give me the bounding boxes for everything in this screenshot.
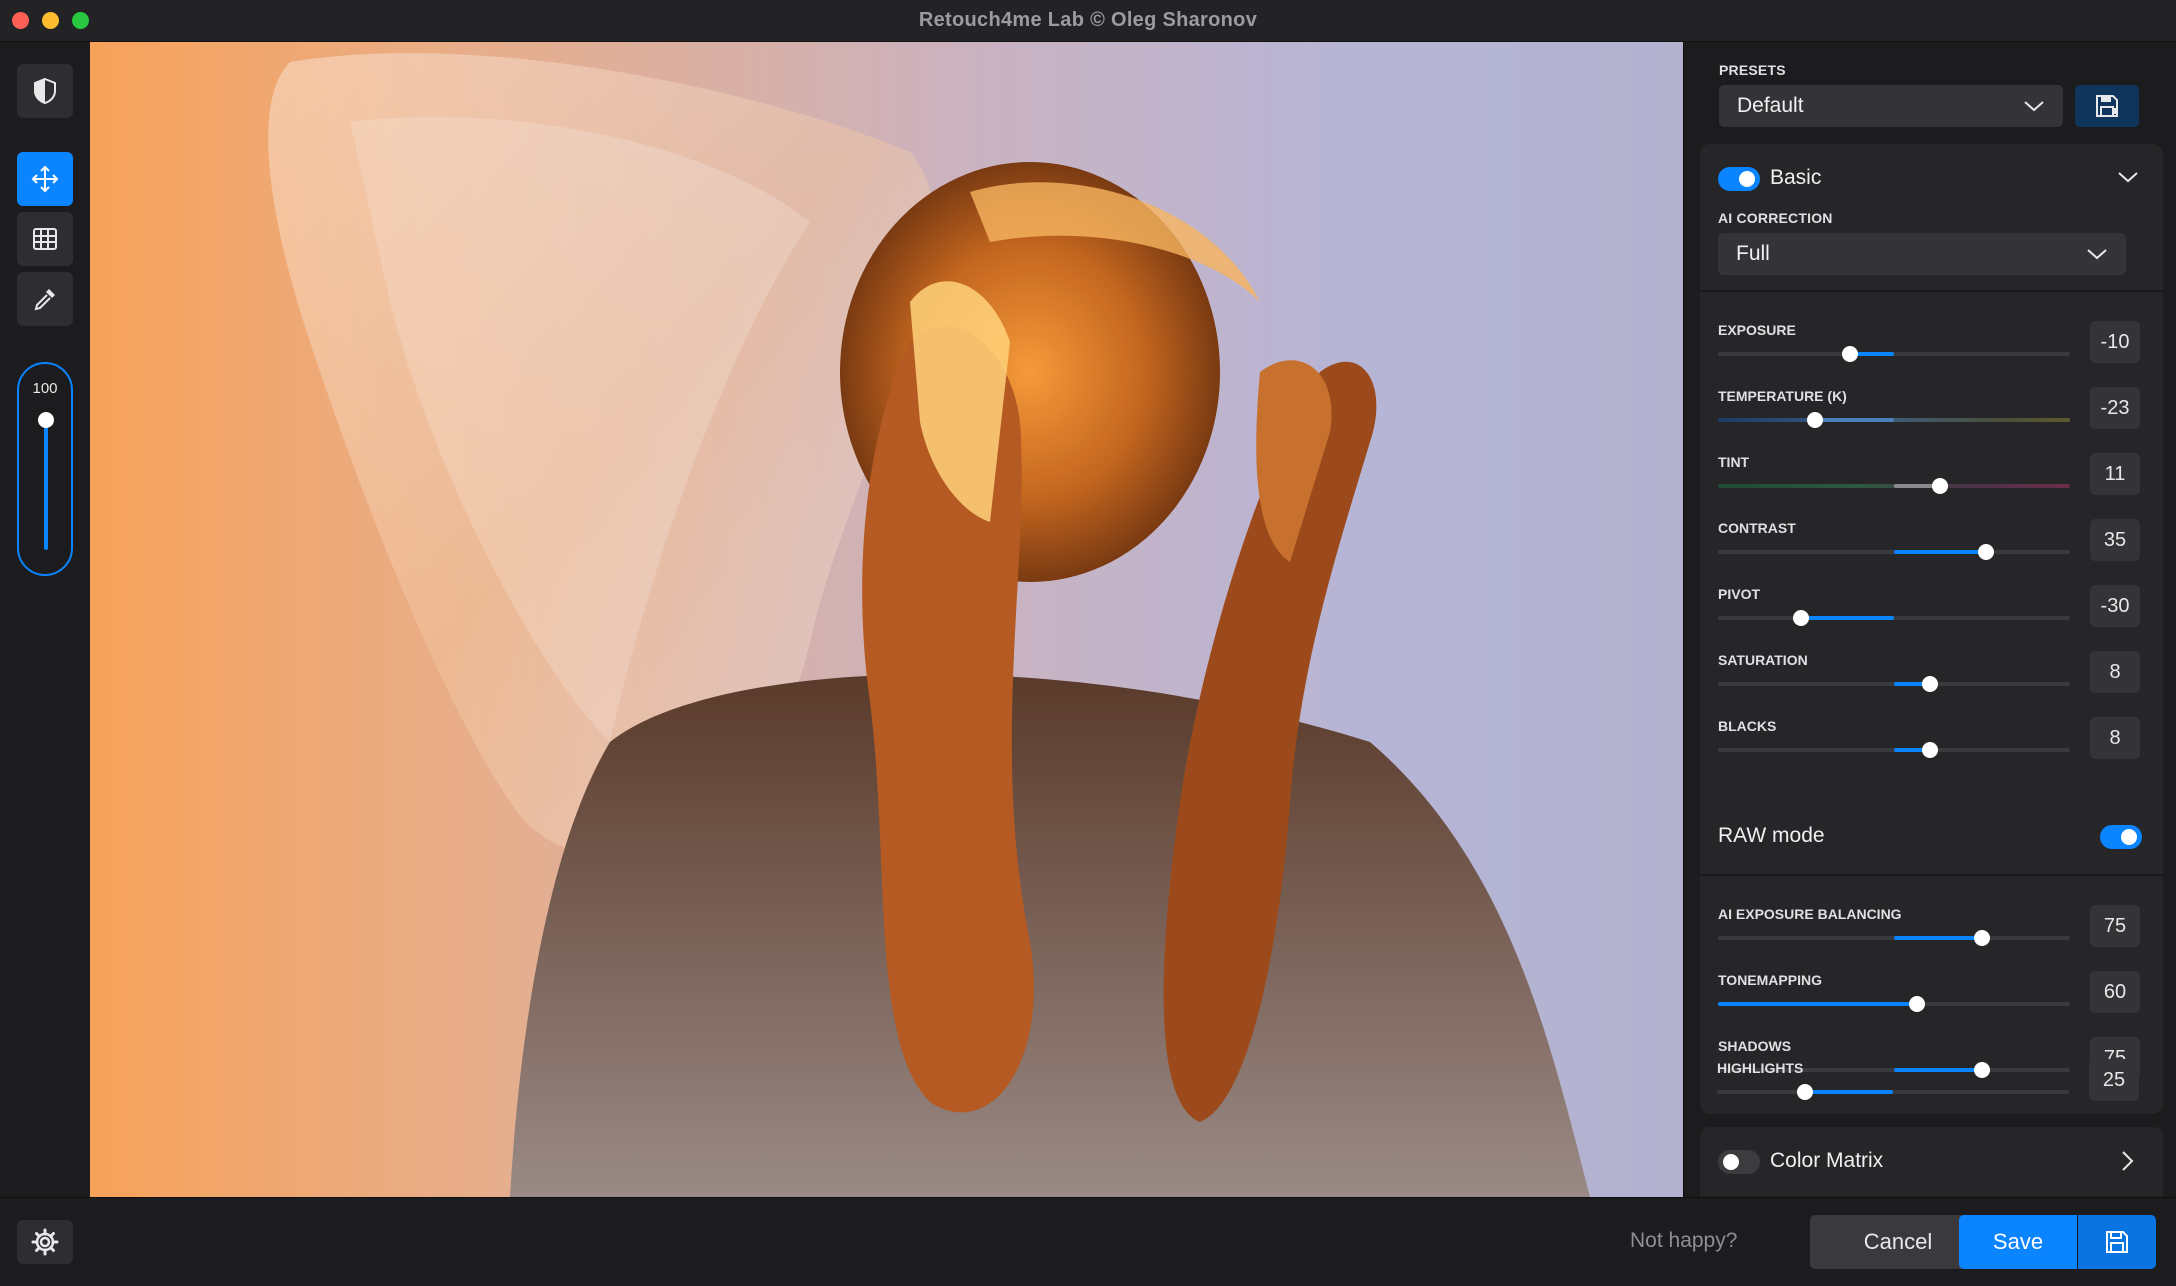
exposure-knob[interactable] xyxy=(1842,346,1858,362)
pivot-slider[interactable] xyxy=(1718,610,2070,626)
photo-preview xyxy=(268,53,1590,1197)
blacks-knob[interactable] xyxy=(1922,742,1938,758)
contrast-knob[interactable] xyxy=(1978,544,1994,560)
tonemapping-slider[interactable] xyxy=(1718,996,2070,1012)
color-matrix-title: Color Matrix xyxy=(1770,1149,1884,1172)
settings-button[interactable] xyxy=(17,1220,73,1264)
photo-canvas[interactable] xyxy=(90,42,1683,1197)
blacks-slider-row: BLACKS 8 xyxy=(1700,710,2163,776)
pivot-knob[interactable] xyxy=(1793,610,1809,626)
grid-tool-button[interactable] xyxy=(17,212,73,266)
left-toolbar: 100 xyxy=(0,42,90,1197)
exposure-value[interactable]: -10 xyxy=(2090,321,2140,363)
highlights-row: HIGHLIGHTS 25 xyxy=(1699,1052,2162,1118)
not-happy-link[interactable]: Not happy? xyxy=(1630,1229,1737,1253)
contrast-slider-row: CONTRAST 35 xyxy=(1700,512,2163,578)
presets-selected: Default xyxy=(1737,94,1804,117)
temperature-slider[interactable] xyxy=(1718,412,2070,428)
highlights-knob[interactable] xyxy=(1797,1084,1813,1100)
save-preset-button[interactable] xyxy=(2075,85,2139,127)
raw-mode-label: RAW mode xyxy=(1718,824,1825,847)
highlights-label: HIGHLIGHTS xyxy=(1717,1060,1804,1076)
save-preset-icon xyxy=(2096,95,2118,117)
presets-dropdown[interactable]: Default xyxy=(1719,85,2063,127)
zoom-slider[interactable]: 100 xyxy=(17,362,73,576)
color-matrix-toggle[interactable] xyxy=(1718,1150,1760,1174)
blacks-slider[interactable] xyxy=(1718,742,2070,758)
tint-slider-row: TINT 11 xyxy=(1700,446,2163,512)
chevron-down-icon[interactable] xyxy=(2117,168,2139,186)
ai-correction-dropdown[interactable]: Full xyxy=(1718,233,2126,275)
tonemapping-value[interactable]: 60 xyxy=(2090,971,2140,1013)
temperature-value[interactable]: -23 xyxy=(2090,387,2140,429)
raw-mode-toggle[interactable] xyxy=(2100,825,2142,849)
presets-label: PRESETS xyxy=(1719,62,1786,78)
tonemapping-row: TONEMAPPING 60 xyxy=(1700,964,2163,1030)
tint-slider[interactable] xyxy=(1718,478,2070,494)
chevron-right-icon[interactable] xyxy=(2118,1149,2136,1173)
saturation-slider-row: SATURATION 8 xyxy=(1700,644,2163,710)
eyedropper-icon xyxy=(34,289,55,311)
chevron-down-icon xyxy=(2024,101,2044,112)
zoom-track[interactable] xyxy=(44,416,48,550)
contrast-value[interactable]: 35 xyxy=(2090,519,2140,561)
save-button[interactable]: Save xyxy=(1959,1215,2077,1269)
chevron-down-icon xyxy=(2087,249,2107,260)
floppy-disk-icon xyxy=(2106,1231,2128,1253)
move-tool-button[interactable] xyxy=(17,152,73,206)
eyedropper-tool-button[interactable] xyxy=(17,272,73,326)
tint-knob[interactable] xyxy=(1932,478,1948,494)
basic-toggle[interactable] xyxy=(1718,167,1760,191)
blacks-value[interactable]: 8 xyxy=(2090,717,2140,759)
pivot-slider-row: PIVOT -30 xyxy=(1700,578,2163,644)
section-divider xyxy=(1700,290,2163,292)
shield-icon xyxy=(34,77,56,105)
title-bar: Retouch4me Lab © Oleg Sharonov xyxy=(0,0,2176,42)
section-divider xyxy=(1700,874,2163,876)
temperature-label: TEMPERATURE (K) xyxy=(1718,388,1847,404)
color-matrix-section[interactable]: Color Matrix xyxy=(1700,1127,2163,1197)
temperature-knob[interactable] xyxy=(1807,412,1823,428)
highlights-value[interactable]: 25 xyxy=(2089,1059,2139,1101)
tonemapping-label: TONEMAPPING xyxy=(1718,972,1822,988)
exposure-slider-row: EXPOSURE -10 xyxy=(1700,314,2163,380)
ai-exposure-balancing-label: AI EXPOSURE BALANCING xyxy=(1718,906,1902,922)
save-options-button[interactable] xyxy=(2078,1215,2156,1269)
tint-label: TINT xyxy=(1718,454,1750,470)
basic-title: Basic xyxy=(1770,166,1822,189)
pivot-label: PIVOT xyxy=(1718,586,1761,602)
ai-exposure-balancing-value[interactable]: 75 xyxy=(2090,905,2140,947)
ai-exposure-balancing-slider[interactable] xyxy=(1718,930,2070,946)
saturation-label: SATURATION xyxy=(1718,652,1808,668)
window-title: Retouch4me Lab © Oleg Sharonov xyxy=(918,9,1258,31)
blacks-label: BLACKS xyxy=(1718,718,1777,734)
zoom-value: 100 xyxy=(32,380,58,397)
adjustments-panel: PRESETS Default Basic AI CORRECTION Full… xyxy=(1683,42,2176,1197)
ai-exposure-balancing-row: AI EXPOSURE BALANCING 75 xyxy=(1700,898,2163,964)
pivot-value[interactable]: -30 xyxy=(2090,585,2140,627)
highlights-slider[interactable] xyxy=(1717,1084,2069,1100)
saturation-slider[interactable] xyxy=(1718,676,2070,692)
ai-correction-label: AI CORRECTION xyxy=(1718,210,1833,226)
exposure-slider[interactable] xyxy=(1718,346,2070,362)
retouch-tool-button[interactable] xyxy=(17,64,73,118)
zoom-knob[interactable] xyxy=(38,412,54,428)
ai-exposure-balancing-knob[interactable] xyxy=(1974,930,1990,946)
contrast-label: CONTRAST xyxy=(1718,520,1796,536)
saturation-knob[interactable] xyxy=(1922,676,1938,692)
bottom-bar: Not happy? Cancel Save xyxy=(0,1197,2176,1286)
saturation-value[interactable]: 8 xyxy=(2090,651,2140,693)
temperature-slider-row: TEMPERATURE (K) -23 xyxy=(1700,380,2163,446)
exposure-label: EXPOSURE xyxy=(1718,322,1796,338)
ai-correction-selected: Full xyxy=(1736,242,1770,265)
tint-value[interactable]: 11 xyxy=(2090,453,2140,495)
tonemapping-knob[interactable] xyxy=(1909,996,1925,1012)
move-icon xyxy=(31,165,59,193)
basic-section: Basic AI CORRECTION Full EXPOSURE -10 TE… xyxy=(1700,144,2163,1114)
contrast-slider[interactable] xyxy=(1718,544,2070,560)
grid-icon xyxy=(33,228,57,250)
gear-icon xyxy=(31,1228,59,1256)
